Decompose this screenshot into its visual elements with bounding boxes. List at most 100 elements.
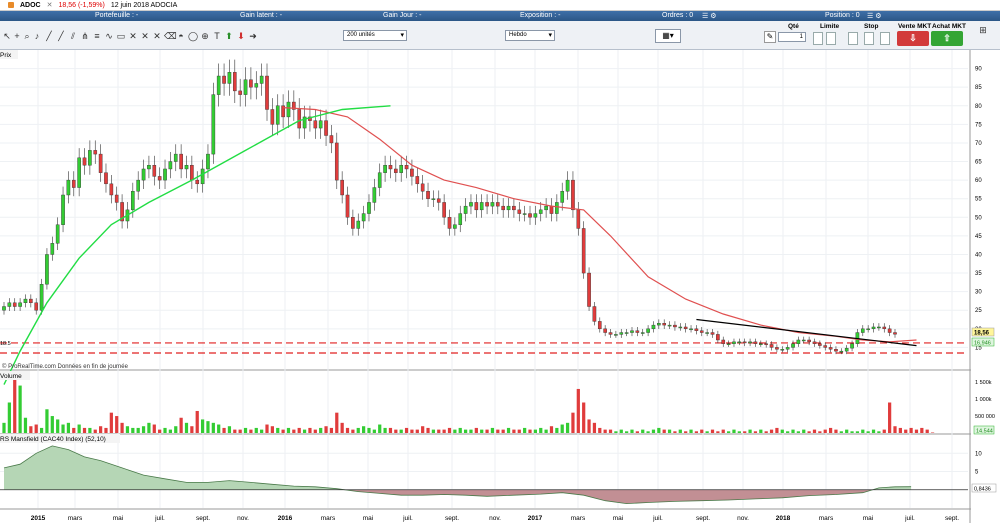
chart-area[interactable]: 152025303540455055606570758085901 500k1 … (0, 50, 1000, 523)
qty-input[interactable]: 1 (778, 32, 806, 42)
chart-style-icon[interactable]: ▦▾ (655, 29, 681, 43)
period-select[interactable]: Hebdo (505, 30, 555, 41)
fibonacci-icon[interactable]: ≡ (92, 31, 102, 41)
buy-limit-button[interactable] (813, 32, 823, 45)
volume-bar (120, 422, 124, 433)
ellipse-tool-icon[interactable]: ◯ (188, 31, 198, 41)
order-ticket-icon[interactable]: ✎ (764, 31, 776, 43)
arc-tool-icon[interactable]: ✕ (140, 31, 150, 41)
window-close-icon[interactable]: ✕ (47, 1, 53, 9)
volume-bar (447, 427, 452, 433)
candle-body (726, 343, 731, 345)
rectangle-tool-icon[interactable]: ▭ (116, 31, 126, 41)
cycle-tool-icon[interactable]: ∿ (104, 31, 114, 41)
stop-option-button[interactable] (880, 32, 890, 45)
fan-tool-icon[interactable]: ✕ (152, 31, 162, 41)
position-label[interactable]: Position : 0 (825, 12, 860, 19)
x-tick-label: nov. (237, 515, 249, 522)
candle-body (860, 328, 865, 333)
volume-bar (104, 427, 108, 433)
candle-body (608, 332, 613, 335)
volume-bar (555, 427, 559, 433)
sell-stop-button[interactable] (864, 32, 874, 45)
volume-bar (871, 429, 876, 433)
price-tick-label: 55 (975, 197, 982, 203)
ray-tool-icon[interactable]: ╱ (56, 31, 66, 41)
volume-bar (45, 409, 49, 433)
channel-tool-icon[interactable]: ⫽ (68, 31, 78, 41)
candle-body (163, 168, 167, 181)
x-tick-label: nov. (737, 515, 749, 522)
candle-body (780, 349, 785, 351)
crosshair-icon[interactable]: + (12, 31, 22, 41)
gann-icon[interactable]: ✕ (128, 31, 138, 41)
zoom-icon[interactable]: ⌕ (22, 31, 32, 41)
x-tick-label: mai (363, 515, 373, 522)
toolbar-settings-icon[interactable]: ⊞ (978, 25, 988, 35)
cursor-icon[interactable]: ↖ (2, 31, 12, 41)
sell-market-button[interactable]: ⇩ (897, 31, 929, 46)
candle-body (716, 334, 720, 341)
candle-body (812, 341, 817, 344)
candle-body (866, 328, 870, 331)
buy-stop-button[interactable] (848, 32, 858, 45)
volume-bar (914, 429, 919, 433)
candle-body (195, 179, 200, 185)
arrow-right-icon[interactable]: ➜ (248, 31, 258, 41)
candle-body (442, 202, 446, 218)
candle-body (877, 326, 881, 329)
volume-bar (517, 429, 521, 433)
candle-body (453, 224, 457, 229)
candle-body (420, 183, 425, 192)
volume-bar (802, 429, 806, 433)
sell-limit-button[interactable] (826, 32, 836, 45)
volume-tick-label: 1 000k (975, 397, 992, 403)
bell-icon[interactable]: ♪ (32, 31, 42, 41)
candle-body (200, 168, 205, 185)
quantity-select[interactable]: 200 unités (343, 30, 407, 41)
line-tool-icon[interactable]: ╱ (44, 31, 54, 41)
volume-bar (512, 429, 516, 433)
volume-bar (667, 429, 672, 433)
volume-bar (351, 429, 355, 433)
volume-bar (646, 431, 650, 433)
candle-body (12, 302, 17, 307)
volume-bar (163, 427, 167, 433)
price-panel-label: Prix (0, 52, 12, 59)
volume-bar (888, 402, 892, 433)
shapes-icon[interactable]: ◓ (176, 31, 186, 41)
price-tick-label: 90 (975, 67, 982, 73)
orders-list-icon[interactable]: ☰ ⚙ (702, 12, 717, 20)
orders-label[interactable]: Ordres : 0 (662, 12, 693, 19)
x-tick-label: mars (68, 515, 83, 522)
candle-body (329, 135, 334, 144)
candle-body (834, 349, 838, 352)
candle-body (222, 75, 226, 84)
position-list-icon[interactable]: ☰ ⚙ (867, 12, 882, 20)
candle-body (98, 153, 103, 173)
volume-bar (662, 429, 666, 433)
arrow-down-icon[interactable]: ⬇ (236, 31, 246, 41)
arrow-up-icon[interactable]: ⬆ (224, 31, 234, 41)
candle-body (55, 224, 60, 244)
buy-market-button[interactable]: ⇧ (931, 31, 963, 46)
eraser-icon[interactable]: ⌫ (164, 31, 177, 41)
volume-bar (786, 431, 790, 433)
volume-bar (335, 412, 339, 433)
candle-body (206, 153, 210, 170)
measure-icon[interactable]: ⊕ (200, 31, 210, 41)
candle-body (7, 302, 12, 307)
x-tick-label: nov. (489, 515, 501, 522)
text-tool-icon[interactable]: T (212, 31, 222, 41)
candle-body (791, 343, 795, 348)
price-tick-label: 85 (975, 85, 982, 91)
volume-bar (700, 429, 704, 433)
volume-bar (925, 429, 929, 433)
volume-bar (18, 385, 22, 433)
candle-body (522, 213, 527, 215)
volume-bar (598, 427, 602, 433)
volume-bar (125, 426, 130, 433)
app-logo-icon (8, 2, 14, 8)
pitchfork-icon[interactable]: ⋔ (80, 31, 90, 41)
last-price-tag: 18,56 (974, 331, 990, 337)
